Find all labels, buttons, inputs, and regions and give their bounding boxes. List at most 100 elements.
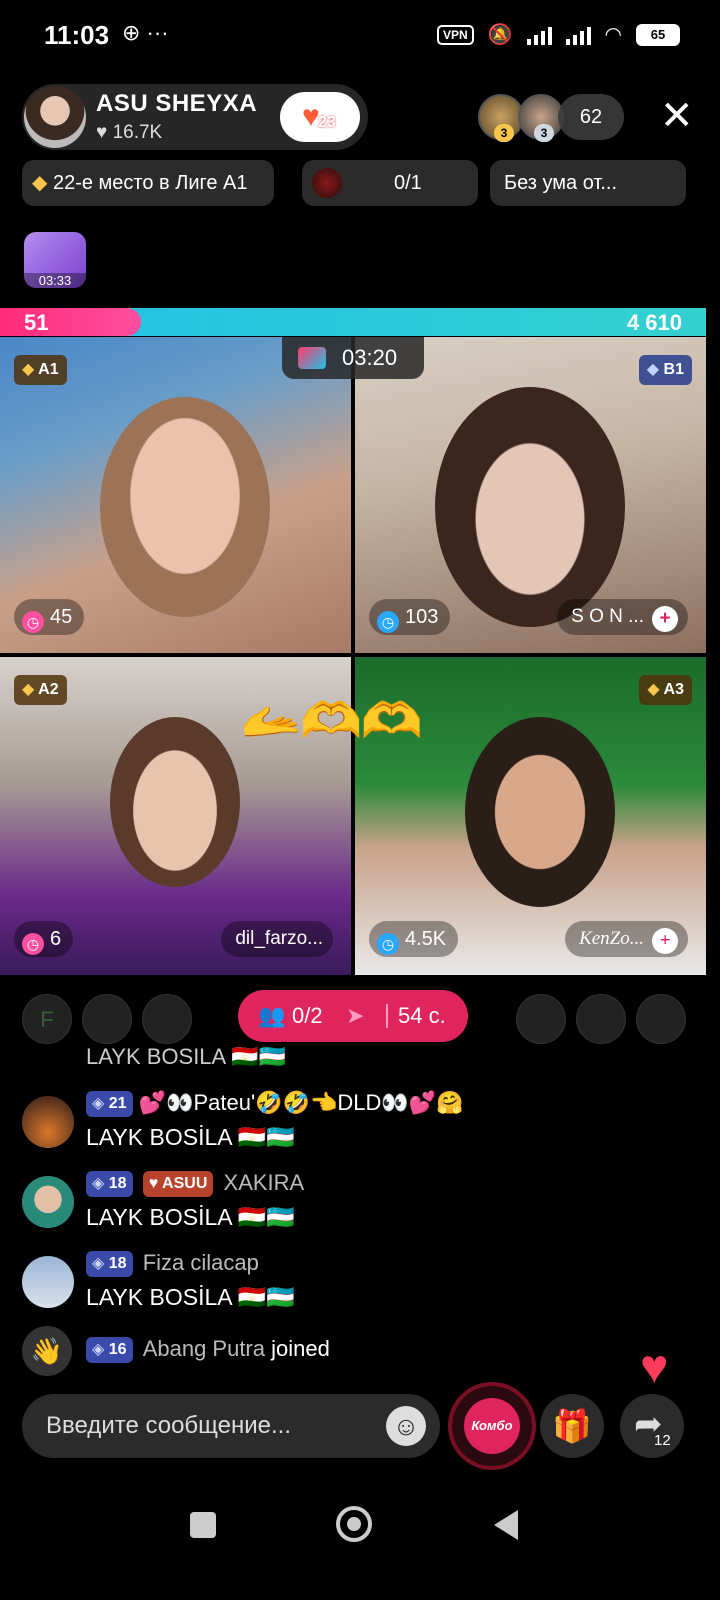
tile-score: ◷ 6 [14, 921, 74, 957]
follow-plus-icon[interactable]: + [652, 928, 678, 954]
mute-icon: 🔕 [487, 24, 513, 46]
host-likes-value: 16.7K [112, 122, 163, 143]
vpn-icon: VPN [436, 24, 474, 45]
level-badge: ◈ 18 [86, 1171, 133, 1197]
host-info[interactable]: ASU SHEYXA ♥ 16.7K ♥ 23 [22, 84, 368, 150]
participant-video [465, 717, 615, 907]
diamond-icon: ◆ [32, 172, 48, 194]
avatar[interactable] [22, 1256, 74, 1308]
chat-message-header: ◈ 18 Fiza cilacap [86, 1250, 259, 1277]
video-tile-1[interactable]: ◆ A1 ◷ 45 [0, 337, 351, 653]
recents-icon[interactable] [190, 1512, 216, 1538]
participant-name-pill[interactable]: KenZo... + [565, 921, 688, 957]
promo-chip[interactable]: Без ума от... [490, 160, 686, 206]
cohost-count: 0/2 [292, 1003, 323, 1028]
rank-badge: ◆ A1 [14, 355, 67, 385]
rank-badge: ◆ B1 [638, 355, 692, 385]
join-text: ◈ 16 Abang Putra joined [86, 1336, 330, 1363]
rank-badge: ◆ A2 [14, 675, 67, 705]
guest-slot[interactable] [142, 994, 192, 1044]
guest-slot[interactable] [516, 994, 566, 1044]
combo-label: Комбо [464, 1398, 520, 1454]
message-input[interactable]: Введите сообщение... ☺ [22, 1394, 440, 1458]
host-avatar[interactable] [24, 86, 86, 148]
participant-video [435, 387, 625, 627]
chat-message-header: ◈ 21 💕👀Pateu'🤣🤣👈DLD👀💕🤗 [86, 1090, 464, 1117]
chat-username: XAKIRA [223, 1170, 305, 1195]
guest-slot[interactable]: F [22, 994, 72, 1044]
timer-icon: ◷ [22, 611, 44, 633]
league-text: 22-е место в Лиге A1 [52, 172, 248, 194]
level-badge: ◈ 21 [86, 1091, 133, 1117]
goal-chip[interactable]: 0/1 [302, 160, 478, 206]
avatar[interactable] [22, 1176, 74, 1228]
gift-sticker[interactable]: 03:33 [24, 232, 86, 288]
battle-left-score: 51 [24, 310, 49, 335]
follow-badge: 23 [318, 114, 336, 131]
system-nav-bar [0, 1490, 720, 1600]
battle-left-fill: 51 [0, 308, 141, 336]
chat-username: 💕👀Pateu'🤣🤣👈DLD👀💕🤗 [138, 1090, 464, 1115]
participant-name-pill[interactable]: S O N ... + [557, 599, 688, 635]
heart-hands-icon: 🫴🫶🫶 [240, 693, 423, 749]
host-name: ASU SHEYXA [96, 90, 258, 117]
battle-timer: 03:20 [282, 337, 424, 379]
participant-name-pill[interactable]: dil_farzo... [221, 921, 333, 957]
timer-icon: ◷ [377, 933, 399, 955]
cohost-time: 54 с. [398, 1003, 446, 1028]
share-count: 12 [654, 1432, 671, 1449]
guest-slot[interactable] [576, 994, 626, 1044]
chat-message-partial: LAYK BOSILA 🇹🇯🇺🇿 [86, 1044, 286, 1068]
battle-right-score: 4 610 [626, 310, 682, 335]
chat-text: LAYK BOSİLA 🇹🇯🇺🇿 [86, 1124, 295, 1150]
status-notification-icons: ⊕ ··· [122, 20, 169, 45]
signal-icon-2 [565, 25, 591, 45]
arrow-icon: ➤ [346, 1003, 365, 1028]
chat-text: LAYK BOSİLA 🇹🇯🇺🇿 [86, 1284, 295, 1310]
guest-slot[interactable] [636, 994, 686, 1044]
combo-button[interactable]: Комбо [448, 1382, 536, 1470]
league-chip[interactable]: ◆ 22-е место в Лиге A1 [22, 160, 274, 206]
wifi-icon: ◠ [604, 24, 622, 46]
avatar[interactable] [22, 1096, 74, 1148]
sticker-timer: 03:33 [24, 273, 86, 288]
gift-icon[interactable]: 🎁 [540, 1394, 604, 1458]
share-button[interactable]: ➦ 12 [620, 1394, 684, 1458]
battle-icon [298, 347, 326, 369]
video-tile-2[interactable]: ◆ B1 ◷ 103 S O N ... + [355, 337, 706, 653]
viewer-count[interactable]: 62 [558, 94, 624, 140]
guest-letter: F [40, 1007, 54, 1032]
divider [386, 1004, 388, 1028]
follow-button[interactable]: ♥ 23 [280, 92, 360, 142]
chat-username: Fiza cilacap [142, 1250, 259, 1275]
participant-video [110, 717, 240, 887]
emoji-icon[interactable]: ☺ [386, 1406, 426, 1446]
goal-progress: 0/1 [394, 172, 422, 194]
back-icon[interactable] [494, 1510, 518, 1540]
floating-heart-icon: ♥ [640, 1341, 669, 1394]
viewer-rank-badge: 3 [534, 124, 554, 142]
dragon-icon [312, 168, 342, 198]
fan-club-badge: ♥ ASUU [142, 1171, 214, 1197]
close-icon[interactable]: ✕ [660, 96, 694, 136]
wave-icon[interactable]: 👋 [22, 1326, 72, 1376]
tile-score: ◷ 45 [14, 599, 85, 635]
home-icon[interactable] [336, 1506, 372, 1542]
cohost-request-button[interactable]: 👥 0/2 ➤ 54 с. [238, 990, 468, 1042]
participant-video [100, 397, 270, 617]
message-placeholder: Введите сообщение... [46, 1412, 292, 1439]
rank-badge: ◆ A3 [639, 675, 692, 705]
guest-slot[interactable] [82, 994, 132, 1044]
joined-label: joined [271, 1336, 330, 1361]
host-likes: ♥ 16.7K [96, 122, 162, 144]
level-badge: ◈ 16 [86, 1337, 133, 1363]
joined-username[interactable]: Abang Putra [143, 1336, 265, 1361]
users-icon: 👥 [258, 1003, 286, 1028]
level-badge: ◈ 18 [86, 1251, 133, 1277]
follow-plus-icon[interactable]: + [652, 606, 678, 632]
signal-icon [526, 25, 552, 45]
heart-icon: ♥ [96, 122, 108, 143]
chat-message-header: ◈ 18 ♥ ASUU XAKIRA [86, 1170, 304, 1197]
status-time: 11:03 [44, 20, 110, 50]
battery-icon: 65 [636, 23, 680, 46]
